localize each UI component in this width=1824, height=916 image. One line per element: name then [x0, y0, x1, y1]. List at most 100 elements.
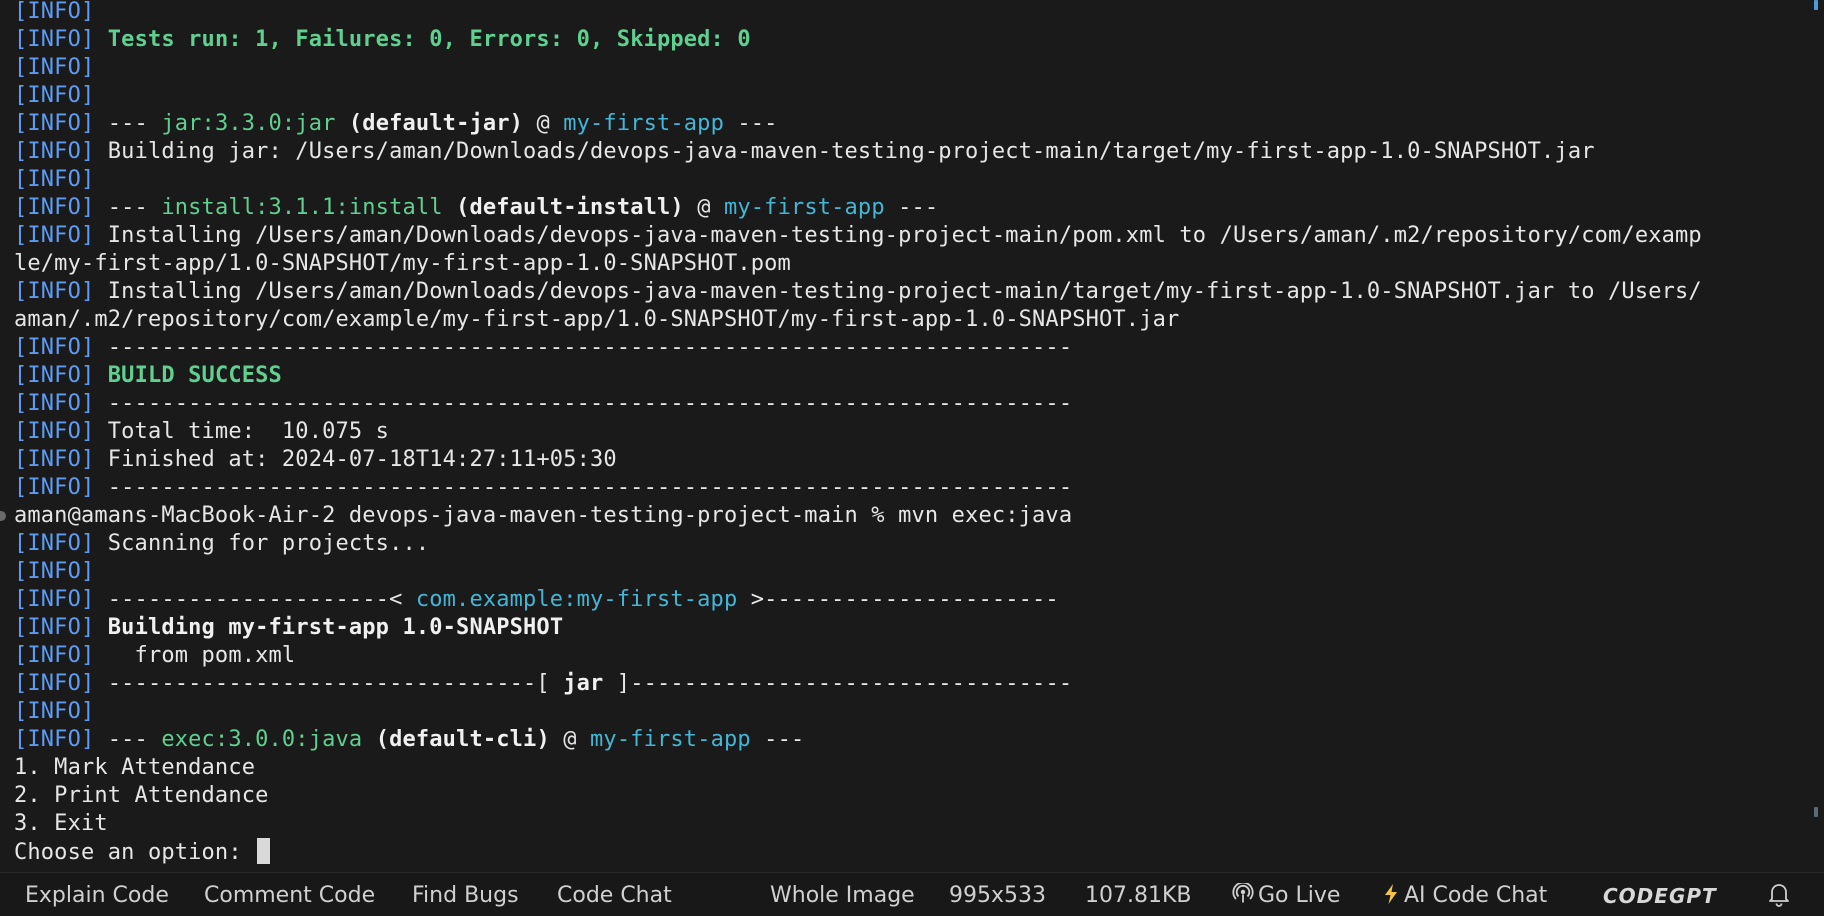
log-level-tag: [INFO]: [14, 643, 95, 668]
log-level-tag: [INFO]: [14, 335, 95, 360]
plugin-goal: install:3.1.1:install: [161, 195, 443, 220]
log-level-tag: [INFO]: [14, 419, 95, 444]
image-file-size: 107.81KB: [1085, 883, 1192, 908]
log-level-tag: [INFO]: [14, 139, 95, 164]
terminal-line: [INFO] ---------------------------------…: [14, 390, 1804, 418]
comment-code-button[interactable]: Comment Code: [204, 882, 375, 910]
whole-image-button[interactable]: Whole Image: [770, 882, 915, 910]
terminal-line: [INFO] Finished at: 2024-07-18T14:27:11+…: [14, 446, 1804, 474]
log-level-tag: [INFO]: [14, 615, 95, 640]
broadcast-icon: [1232, 881, 1254, 913]
terminal-line: aman@amans-MacBook-Air-2 devops-java-mav…: [14, 502, 1804, 530]
terminal-line: [INFO] from pom.xml: [14, 642, 1804, 670]
log-level-tag: [INFO]: [14, 167, 95, 192]
log-level-tag: [INFO]: [14, 55, 95, 80]
log-level-tag: [INFO]: [14, 531, 95, 556]
terminal-text: ---: [94, 111, 162, 136]
lightning-icon: [1382, 883, 1400, 913]
terminal-line: [INFO] ---------------------------------…: [14, 334, 1804, 362]
terminal-line: [INFO] --- install:3.1.1:install (defaul…: [14, 194, 1804, 222]
terminal-line: [INFO] BUILD SUCCESS: [14, 362, 1804, 390]
prompt-marker: [0, 511, 6, 521]
terminal-bold-text: (default-jar): [348, 111, 524, 136]
code-chat-button[interactable]: Code Chat: [557, 882, 672, 910]
terminal-text: Scanning for projects...: [94, 531, 430, 556]
terminal-text: Finished at: 2024-07-18T14:27:11+05:30: [94, 447, 617, 472]
terminal-line: [INFO]: [14, 82, 1804, 110]
terminal-text: >----------------------: [737, 587, 1059, 612]
log-level-tag: [INFO]: [14, 475, 95, 500]
terminal-bold-text: Building my-first-app 1.0-SNAPSHOT: [107, 615, 564, 640]
terminal-text: ---: [884, 195, 939, 220]
terminal-line: 2. Print Attendance: [14, 782, 1804, 810]
terminal-line: [INFO] ---------------------< com.exampl…: [14, 586, 1804, 614]
terminal-text: 2. Print Attendance: [14, 783, 269, 808]
terminal-text: 1. Mark Attendance: [14, 755, 256, 780]
status-text: BUILD SUCCESS: [107, 363, 282, 388]
log-level-tag: [INFO]: [14, 699, 95, 724]
log-level-tag: [INFO]: [14, 671, 95, 696]
terminal-text: Total time: 10.075 s: [94, 419, 390, 444]
go-live-button[interactable]: Go Live: [1232, 881, 1340, 913]
terminal-line: Choose an option:: [14, 838, 1804, 866]
terminal-line: [INFO] Building my-first-app 1.0-SNAPSHO…: [14, 614, 1804, 642]
scrollbar-marker-bottom: [1814, 807, 1818, 817]
terminal-line: le/my-first-app/1.0-SNAPSHOT/my-first-ap…: [14, 250, 1804, 278]
terminal-text: from pom.xml: [94, 643, 296, 668]
status-text: Tests run: 1, Failures: 0, Errors: 0, Sk…: [107, 27, 751, 52]
codegpt-logo[interactable]: CODEGPT: [1603, 882, 1717, 910]
bell-icon[interactable]: [1768, 881, 1790, 909]
log-level-tag: [INFO]: [14, 223, 95, 248]
terminal-line: [INFO] --- jar:3.3.0:jar (default-jar) @…: [14, 110, 1804, 138]
log-level-tag: [INFO]: [14, 587, 95, 612]
terminal-bold-text: (default-cli): [375, 727, 550, 752]
terminal-line: aman/.m2/repository/com/example/my-first…: [14, 306, 1804, 334]
terminal-text: Installing /Users/aman/Downloads/devops-…: [94, 223, 1702, 248]
image-dimensions: 995x533: [949, 883, 1047, 908]
scrollbar-marker-top: [1814, 0, 1818, 10]
terminal-text: ----------------------------------------…: [94, 391, 1073, 416]
terminal-text: aman/.m2/repository/com/example/my-first…: [14, 307, 1180, 332]
log-level-tag: [INFO]: [14, 195, 95, 220]
terminal-text: @: [549, 727, 591, 752]
find-bugs-button[interactable]: Find Bugs: [412, 882, 519, 910]
terminal-text: ---: [723, 111, 778, 136]
terminal-text: @: [523, 111, 564, 136]
terminal-text: ---: [750, 727, 805, 752]
terminal-text: ----------------------------------------…: [94, 475, 1073, 500]
log-level-tag: [INFO]: [14, 27, 95, 52]
artifact-name: com.example:my-first-app: [415, 587, 738, 612]
terminal-line: [INFO] Installing /Users/aman/Downloads/…: [14, 222, 1804, 250]
text-cursor: [257, 838, 271, 864]
log-level-tag: [INFO]: [14, 363, 95, 388]
terminal-text: --------------------------------[: [94, 671, 564, 696]
terminal-line: 1. Mark Attendance: [14, 754, 1804, 782]
log-level-tag: [INFO]: [14, 0, 95, 24]
terminal-text: aman@amans-MacBook-Air-2 devops-java-mav…: [14, 503, 1073, 528]
artifact-name: my-first-app: [563, 111, 724, 136]
explain-code-button[interactable]: Explain Code: [25, 882, 169, 910]
plugin-goal: jar:3.3.0:jar: [161, 111, 336, 136]
terminal-line: [INFO]: [14, 166, 1804, 194]
log-level-tag: [INFO]: [14, 447, 95, 472]
terminal-line: [INFO]: [14, 54, 1804, 82]
log-level-tag: [INFO]: [14, 559, 95, 584]
terminal-text: Building jar: /Users/aman/Downloads/devo…: [94, 139, 1595, 164]
terminal-line: [INFO] Tests run: 1, Failures: 0, Errors…: [14, 26, 1804, 54]
ai-code-chat-button[interactable]: AI Code Chat: [1382, 882, 1547, 910]
terminal-bold-text: jar: [563, 671, 604, 696]
terminal-line: [INFO] --- exec:3.0.0:java (default-cli)…: [14, 726, 1804, 754]
log-level-tag: [INFO]: [14, 391, 95, 416]
terminal-output[interactable]: [INFO] [INFO] Tests run: 1, Failures: 0, …: [14, 0, 1804, 870]
terminal-text: ---: [94, 727, 162, 752]
artifact-name: my-first-app: [590, 727, 751, 752]
log-level-tag: [INFO]: [14, 727, 95, 752]
terminal-line: [INFO] Total time: 10.075 s: [14, 418, 1804, 446]
terminal-line: [INFO] Scanning for projects...: [14, 530, 1804, 558]
terminal-bold-text: (default-install): [456, 195, 684, 220]
